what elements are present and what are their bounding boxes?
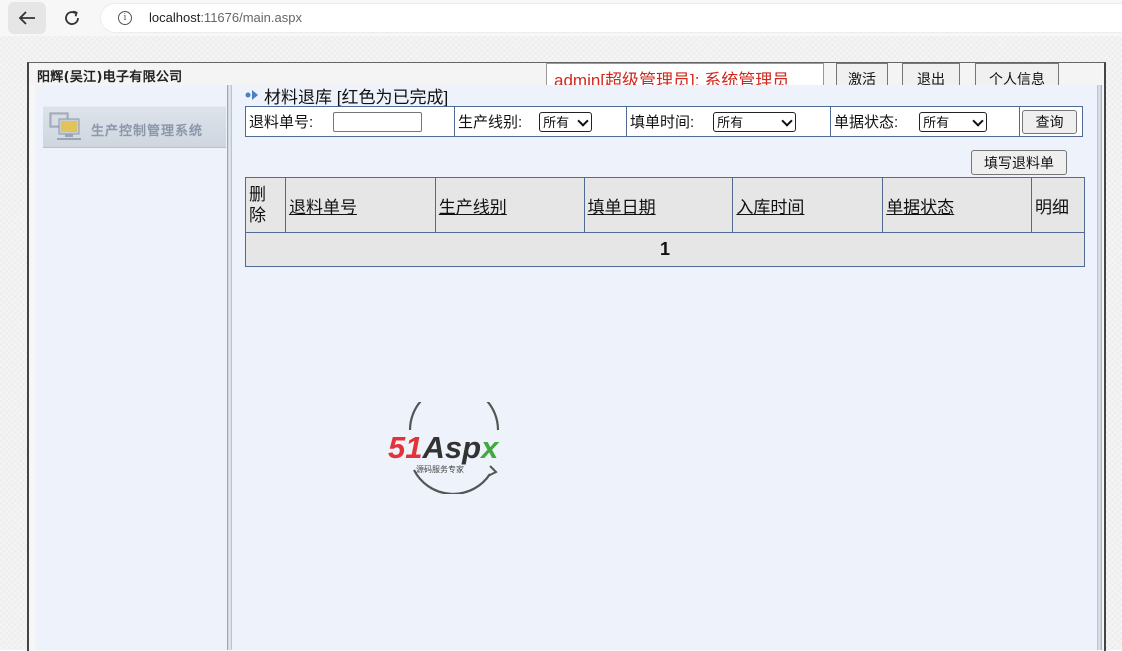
col-line-label[interactable]: 生产线别 bbox=[439, 198, 507, 217]
back-button[interactable] bbox=[8, 2, 46, 34]
chevron-down-icon bbox=[577, 114, 589, 127]
date-select[interactable]: 所有 bbox=[713, 111, 797, 132]
watermark-brand-dark: Asp bbox=[421, 430, 481, 465]
system-title: 生产控制管理系统 bbox=[91, 124, 204, 139]
col-delete: 删除 bbox=[245, 177, 286, 233]
col-fill-date[interactable]: 填单日期 bbox=[583, 177, 734, 233]
watermark-tagline: 源码服务专家 bbox=[416, 464, 464, 474]
page-title: 材料退库 [红色为已完成] bbox=[264, 87, 449, 107]
filter-date: 填单时间: 所有 bbox=[627, 107, 831, 136]
browser-toolbar: i localhost:11676/main.aspx bbox=[0, 0, 1122, 36]
col-detail-label: 明细 bbox=[1035, 197, 1069, 217]
logout-button[interactable]: 退出 bbox=[902, 63, 960, 85]
line-select[interactable]: 所有 bbox=[539, 111, 593, 132]
profile-button[interactable]: 个人信息 bbox=[975, 63, 1059, 85]
filter-status: 单据状态: 所有 bbox=[831, 107, 1020, 136]
col-fill-date-label[interactable]: 填单日期 bbox=[588, 198, 656, 217]
filter-return-no: 退料单号: bbox=[246, 107, 455, 136]
arrow-left-icon bbox=[18, 11, 35, 25]
col-delete-label: 删除 bbox=[249, 185, 266, 225]
svg-text:51Aspx: 51Aspx bbox=[388, 430, 500, 465]
date-label: 填单时间: bbox=[630, 114, 695, 131]
right-frame-border bbox=[1097, 85, 1102, 650]
address-bar[interactable]: i localhost:11676/main.aspx bbox=[100, 3, 1122, 33]
status-select-value: 所有 bbox=[923, 115, 950, 130]
table-header-row: 删除 退料单号 生产线别 填单日期 入库时间 单据状态 明细 bbox=[245, 177, 1085, 233]
activate-button[interactable]: 激活 bbox=[836, 63, 888, 85]
col-status-label[interactable]: 单据状态 bbox=[886, 198, 954, 217]
top-header: 阳辉(吴江)电子有限公司 admin[超级管理员]: 系统管理员 激活 退出 个… bbox=[29, 63, 1102, 86]
fill-return-form-button[interactable]: 填写退料单 bbox=[971, 150, 1067, 175]
pager-row: 1 bbox=[245, 232, 1085, 267]
line-select-value: 所有 bbox=[543, 115, 570, 130]
system-badge[interactable]: 生产控制管理系统 bbox=[43, 106, 226, 148]
main-content: 材料退库 [红色为已完成] 退料单号: 生产线别: 所有 填单时间: 所有 单据… bbox=[232, 85, 1097, 650]
status-select[interactable]: 所有 bbox=[919, 111, 988, 132]
col-stock-time[interactable]: 入库时间 bbox=[732, 177, 884, 233]
user-info: admin[超级管理员]: 系统管理员 bbox=[554, 71, 790, 86]
line-label: 生产线别: bbox=[458, 114, 523, 131]
company-name: 阳辉(吴江)电子有限公司 bbox=[37, 70, 183, 85]
reload-icon bbox=[65, 10, 79, 25]
sidebar: 生产控制管理系统 bbox=[35, 85, 228, 650]
page-title-row: 材料退库 [红色为已完成] bbox=[245, 85, 449, 107]
pager: 1 bbox=[245, 232, 1085, 267]
return-no-input[interactable] bbox=[333, 111, 423, 132]
page-number[interactable]: 1 bbox=[660, 239, 670, 259]
filter-line: 生产线别: 所有 bbox=[455, 107, 627, 136]
info-icon[interactable]: i bbox=[118, 11, 132, 25]
col-line[interactable]: 生产线别 bbox=[434, 177, 585, 233]
status-label: 单据状态: bbox=[834, 114, 899, 131]
arrow-bullet-icon bbox=[245, 90, 258, 100]
col-return-no-label[interactable]: 退料单号 bbox=[289, 198, 357, 217]
user-info-box: admin[超级管理员]: 系统管理员 bbox=[546, 63, 824, 86]
computer-icon bbox=[49, 112, 81, 140]
chevron-down-icon bbox=[781, 114, 793, 127]
return-no-label: 退料单号: bbox=[249, 114, 314, 131]
col-return-no[interactable]: 退料单号 bbox=[284, 177, 436, 233]
col-stock-time-label[interactable]: 入库时间 bbox=[736, 198, 804, 217]
col-status[interactable]: 单据状态 bbox=[882, 177, 1032, 233]
chevron-down-icon bbox=[972, 114, 984, 127]
filter-bar: 退料单号: 生产线别: 所有 填单时间: 所有 单据状态: 所有 查询 bbox=[245, 106, 1083, 137]
query-button[interactable]: 查询 bbox=[1022, 109, 1077, 134]
reload-button[interactable] bbox=[53, 2, 91, 34]
col-detail: 明细 bbox=[1031, 177, 1085, 233]
filter-query: 查询 bbox=[1020, 107, 1082, 136]
date-select-value: 所有 bbox=[717, 115, 744, 130]
watermark-brand-red: 51 bbox=[388, 430, 422, 465]
watermark-logo: 51Aspx 源码服务专家 bbox=[388, 402, 500, 494]
url-text: localhost:11676/main.aspx bbox=[149, 10, 302, 25]
return-table: 删除 退料单号 生产线别 填单日期 入库时间 单据状态 明细 1 bbox=[245, 177, 1085, 267]
watermark-brand-green: x bbox=[479, 430, 500, 465]
